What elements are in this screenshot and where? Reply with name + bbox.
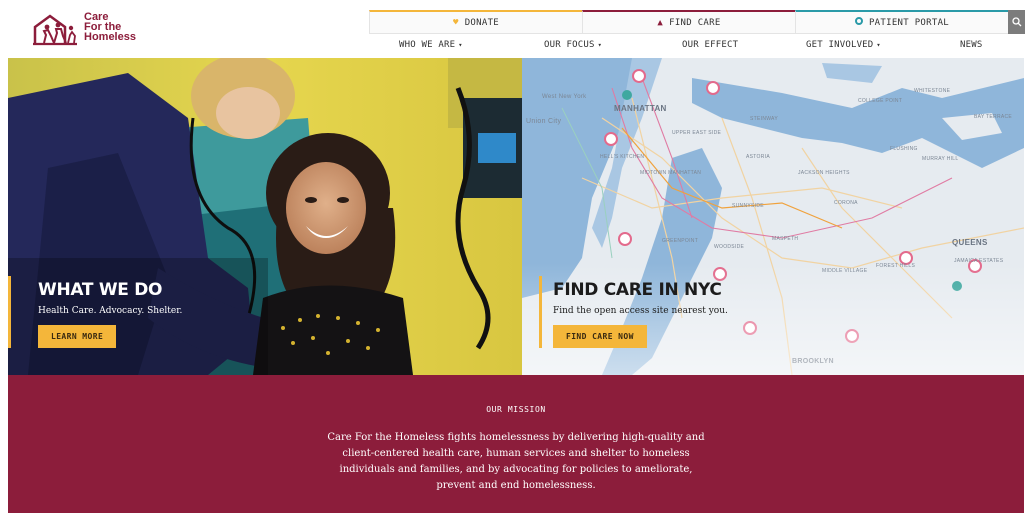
find-care-subtitle: Find the open access site nearest you. (553, 306, 728, 316)
mission-text: Care For the Homeless fights homelessnes… (327, 432, 705, 491)
site-header: Care For the Homeless ♥ DONATE ▲ FIND CA… (0, 0, 1025, 58)
main-nav: WHO WE ARE ▾ OUR FOCUS ▾ OUR EFFECT GET IN… (369, 38, 1025, 56)
what-we-do-title: WHAT WE DO (38, 280, 163, 300)
map-label: UPPER EAST SIDE (672, 130, 722, 136)
nav-who-we-are[interactable]: WHO WE ARE ▾ (399, 40, 463, 50)
map-label: West New York (542, 94, 587, 100)
mission-label: OUR MISSION (486, 405, 546, 414)
search-button[interactable] (1008, 10, 1025, 34)
nav-get-involved-label: GET INVOLVED (806, 40, 874, 50)
logo-house-icon (33, 14, 77, 46)
hero: WHAT WE DO Health Care. Advocacy. Shelte… (8, 58, 1024, 375)
map-label: MIDTOWN MANHATTAN (640, 170, 702, 176)
nav-who-we-are-label: WHO WE ARE (399, 40, 456, 50)
map-label: HELL'S KITCHEN (600, 154, 645, 160)
nav-our-focus-label: OUR FOCUS (544, 40, 595, 50)
map-label: JACKSON HEIGHTS (798, 170, 850, 176)
accent-bar (8, 276, 11, 348)
circle-icon (854, 17, 863, 28)
learn-more-button[interactable]: LEARN MORE (38, 325, 117, 348)
find-care-now-button[interactable]: FIND CARE NOW (553, 325, 647, 348)
map-label: SUNNYSIDE (732, 203, 764, 209)
patient-portal-link[interactable]: PATIENT PORTAL (795, 10, 1008, 34)
map-label: COLLEGE POINT (858, 98, 903, 104)
chevron-down-icon: ▾ (597, 41, 602, 49)
search-icon (1011, 17, 1021, 27)
what-we-do-text: WHAT WE DO Health Care. Advocacy. Shelte… (38, 280, 182, 348)
map-label: Union City (526, 118, 562, 125)
nav-our-effect-label: OUR EFFECT (682, 40, 739, 50)
accent-bar (539, 276, 542, 348)
find-care-title: FIND CARE IN NYC (553, 280, 722, 300)
map-label: QUEENS (952, 238, 988, 247)
chevron-down-icon: ▾ (458, 41, 463, 49)
nav-news[interactable]: NEWS (960, 40, 982, 50)
map-label: FLUSHING (890, 146, 918, 152)
map-label: MURRAY HILL (922, 156, 959, 162)
what-we-do-panel: WHAT WE DO Health Care. Advocacy. Shelte… (8, 58, 522, 375)
map-label: MASPETH (772, 236, 799, 242)
utility-nav: ♥ DONATE ▲ FIND CARE PATIENT PORTAL (369, 10, 1025, 34)
map-label: WOODSIDE (714, 244, 745, 250)
nav-our-effect[interactable]: OUR EFFECT (682, 40, 738, 50)
logo-text: Care For the Homeless (84, 12, 136, 43)
logo-line-3: Homeless (84, 31, 136, 43)
nav-get-involved[interactable]: GET INVOLVED ▾ (806, 40, 881, 50)
chevron-down-icon: ▾ (876, 41, 881, 49)
map-label: ASTORIA (746, 154, 770, 160)
donate-link[interactable]: ♥ DONATE (369, 10, 582, 34)
map-label: CORONA (834, 200, 858, 206)
map-label: GREENPOINT (662, 238, 699, 244)
map-label: STEINWAY (750, 116, 778, 122)
donate-label: DONATE (464, 17, 500, 28)
logo[interactable]: Care For the Homeless (32, 10, 152, 50)
map-label: WHITESTONE (914, 88, 951, 94)
find-care-panel: MANHATTAN Union City UPPER EAST SIDE ASTORI… (522, 58, 1024, 375)
find-care-label: FIND CARE (669, 17, 721, 28)
map-label: BAY TERRACE (974, 114, 1013, 120)
warning-triangle-icon: ▲ (657, 17, 664, 28)
what-we-do-subtitle: Health Care. Advocacy. Shelter. (38, 306, 183, 316)
find-care-link[interactable]: ▲ FIND CARE (582, 10, 795, 34)
nav-our-focus[interactable]: OUR FOCUS ▾ (544, 40, 602, 50)
patient-portal-label: PATIENT PORTAL (868, 17, 950, 28)
nav-news-label: NEWS (960, 40, 983, 50)
map-label: MANHATTAN (614, 104, 667, 113)
find-care-text: FIND CARE IN NYC Find the open access si… (553, 280, 728, 348)
heart-icon: ♥ (452, 17, 459, 28)
mission-section: OUR MISSION Care For the Homeless fights… (8, 375, 1024, 513)
